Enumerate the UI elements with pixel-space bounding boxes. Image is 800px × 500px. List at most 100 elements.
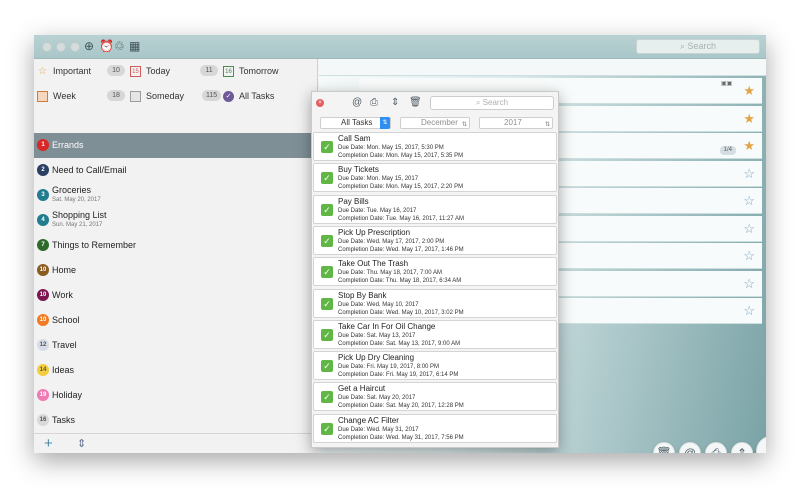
popover-search-input[interactable]: ⌕ Search xyxy=(430,96,554,110)
alarm-clock-icon[interactable]: ⏰ xyxy=(99,39,114,53)
list-item-travel[interactable]: 12 Travel xyxy=(34,333,318,358)
list-name: Groceries xyxy=(52,185,92,195)
close-popover-button[interactable]: × xyxy=(316,99,324,107)
checkbox-checked-icon[interactable]: ✓ xyxy=(321,266,333,279)
completed-task-item[interactable]: ✓ Change AC Filter Due Date: Wed. May 31, … xyxy=(313,413,557,443)
list-name: Errands xyxy=(52,140,84,150)
print-button[interactable]: ⎙ xyxy=(705,442,727,453)
checkbox-checked-icon[interactable]: ✓ xyxy=(321,297,333,310)
list-date: Sun. May 21, 2017 xyxy=(52,222,103,228)
list-number-badge: 16 xyxy=(37,414,49,426)
zoom-window-button[interactable] xyxy=(70,42,80,52)
list-item-ideas[interactable]: 14 Ideas xyxy=(34,358,318,383)
star-icon[interactable]: ☆ xyxy=(743,276,755,292)
list-number-badge: 12 xyxy=(37,339,49,351)
completed-task-item[interactable]: ✓ Stop By Bank Due Date: Wed. May 10, 2017… xyxy=(313,288,557,318)
checkbox-checked-icon[interactable]: ✓ xyxy=(321,234,333,247)
checkbox-checked-icon[interactable]: ✓ xyxy=(321,422,333,435)
star-icon[interactable]: ☆ xyxy=(743,221,755,237)
list-item-things-to-remember[interactable]: 7 Things to Remember xyxy=(34,233,318,258)
list-item-home[interactable]: 10 Home xyxy=(34,258,318,283)
completed-task-item[interactable]: ✓ Pick Up Prescription Due Date: Wed. May … xyxy=(313,225,557,255)
minimize-window-button[interactable] xyxy=(56,42,66,52)
page-indicator: 1/4 xyxy=(719,146,736,155)
print-icon[interactable]: ⎙ xyxy=(370,97,378,108)
checkbox-checked-icon[interactable]: ✓ xyxy=(321,172,333,185)
star-icon[interactable]: ★ xyxy=(743,138,755,154)
star-icon[interactable]: ★ xyxy=(743,83,755,99)
trash-icon[interactable]: 🗑 xyxy=(409,97,422,108)
list-item-tasks[interactable]: 16 Tasks xyxy=(34,408,318,433)
due-date: Due Date: Wed. May 10, 2017 xyxy=(338,301,419,308)
search-icon: ⌕ xyxy=(679,41,685,51)
checkbox-checked-icon[interactable]: ✓ xyxy=(321,360,333,373)
checkbox-checked-icon[interactable]: ✓ xyxy=(321,141,333,153)
global-search-input[interactable]: ⌕ Search xyxy=(636,39,760,54)
month-select[interactable]: December ⇅ xyxy=(400,117,470,129)
list-number-badge: 10 xyxy=(37,314,49,326)
sort-button[interactable]: ⇕ xyxy=(731,442,753,453)
checkbox-checked-icon[interactable]: ✓ xyxy=(321,391,333,404)
smart-list-important[interactable]: ☆ Important 10 xyxy=(37,59,129,83)
smart-list-week[interactable]: Week 18 xyxy=(37,84,129,108)
completed-task-item[interactable]: ✓ Get a Haircut Due Date: Sat. May 20, 201… xyxy=(313,382,557,412)
list-item-groceries[interactable]: 3 Groceries Sat. May 20, 2017 xyxy=(34,183,318,208)
list-name: School xyxy=(52,315,80,325)
smart-list-today[interactable]: 15 Today 11 xyxy=(130,59,222,83)
search-icon: ⌕ xyxy=(475,98,481,107)
calendar-icon: 15 xyxy=(130,65,141,77)
list-item-holiday[interactable]: 19 Holiday xyxy=(34,383,318,408)
list-name: Tasks xyxy=(52,415,76,425)
recycle-icon[interactable]: ♲ xyxy=(114,39,125,53)
list-name: Ideas xyxy=(52,365,75,375)
add-list-button[interactable]: + xyxy=(44,435,53,452)
completion-date: Completion Date: Wed. May 31, 2017, 7:56… xyxy=(338,434,464,441)
checkbox-checked-icon[interactable]: ✓ xyxy=(321,203,333,216)
completed-task-item[interactable]: ✓ Call Sam Due Date: Mon. May 15, 2017, 5:… xyxy=(313,132,557,161)
due-date: Due Date: Sat. May 20, 2017 xyxy=(338,395,416,402)
star-icon[interactable]: ☆ xyxy=(743,166,755,182)
select-arrow-icon: ⇅ xyxy=(461,122,467,128)
add-task-button[interactable]: + xyxy=(756,436,766,453)
main-search-bar[interactable] xyxy=(319,59,766,76)
completion-date: Completion Date: Thu. May 18, 2017, 6:34… xyxy=(338,278,462,285)
due-date: Due Date: Sat. May 13, 2017 xyxy=(338,332,416,339)
due-date: Due Date: Wed. May 17, 2017, 2:00 PM xyxy=(338,238,445,245)
completed-task-item[interactable]: ✓ Pay Bills Due Date: Tue. May 16, 2017 Com… xyxy=(313,194,557,224)
due-date: Due Date: Thu. May 18, 2017, 7:00 AM xyxy=(338,270,442,277)
week-calendar-icon xyxy=(37,90,48,102)
list-item-shopping-list[interactable]: 4 Shopping List Sun. May 21, 2017 xyxy=(34,208,318,233)
list-item-need-to-call-email[interactable]: 2 Need to Call/Email xyxy=(34,158,318,183)
completed-task-item[interactable]: ✓ Buy Tickets Due Date: Mon. May 15, 2017 C… xyxy=(313,163,557,193)
list-number-badge: 4 xyxy=(37,214,49,226)
year-select[interactable]: 2017 ⇅ xyxy=(479,117,553,129)
crosshair-icon[interactable]: ⊕ xyxy=(84,39,94,53)
star-icon[interactable]: ☆ xyxy=(743,303,755,319)
sort-lists-button[interactable]: ⇕ xyxy=(77,437,86,450)
sort-icon[interactable]: ⇕ xyxy=(391,97,399,108)
star-icon[interactable]: ★ xyxy=(743,111,755,127)
at-icon[interactable]: @ xyxy=(352,97,362,108)
completion-date: Completion Date: Sat. May 20, 2017, 12:2… xyxy=(338,403,464,410)
calendar-icon: 16 xyxy=(223,65,234,77)
smart-list-someday[interactable]: Someday 115 xyxy=(130,84,222,108)
completed-task-item[interactable]: ✓ Pick Up Dry Cleaning Due Date: Fri. May … xyxy=(313,351,557,381)
checkbox-checked-icon[interactable]: ✓ xyxy=(321,328,333,341)
trash-button[interactable]: 🗑 xyxy=(653,442,675,453)
due-date: Due Date: Mon. May 15, 2017 xyxy=(338,176,419,183)
list-item-work[interactable]: 10 Work xyxy=(34,283,318,308)
completed-task-item[interactable]: ✓ Take Out The Trash Due Date: Thu. May 18… xyxy=(313,257,557,287)
smart-list-all-tasks[interactable]: ✓ All Tasks xyxy=(223,84,315,108)
smart-list-tomorrow[interactable]: 16 Tomorrow xyxy=(223,59,315,83)
list-name: Holiday xyxy=(52,390,83,400)
completed-task-item[interactable]: ✓ Take Car In For Oil Change Due Date: Sat… xyxy=(313,319,557,349)
star-icon[interactable]: ☆ xyxy=(743,193,755,209)
star-icon[interactable]: ☆ xyxy=(743,248,755,264)
task-filter-select[interactable]: All Tasks ⇅ xyxy=(320,117,391,129)
grid-icon[interactable]: ▦ xyxy=(129,39,140,53)
close-window-button[interactable] xyxy=(42,42,52,52)
list-item-school[interactable]: 10 School xyxy=(34,308,318,333)
list-item-errands[interactable]: 1 Errands xyxy=(34,133,318,158)
checkmark-circle-icon: ✓ xyxy=(223,90,234,102)
at-button[interactable]: @ xyxy=(679,442,701,453)
